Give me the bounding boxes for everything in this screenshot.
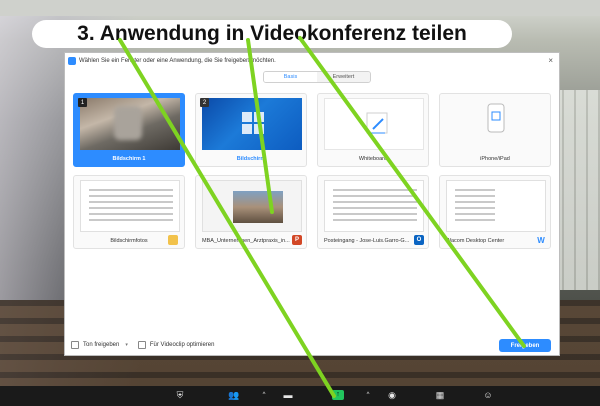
screen-1-thumbnail (80, 98, 180, 150)
powerpoint-icon: P (292, 235, 302, 245)
zoom-logo-icon (68, 57, 76, 65)
tile-label: Bildschirmfotos (110, 238, 148, 244)
share-tile-wacom[interactable]: Wacom Desktop Center W (439, 175, 551, 249)
outlook-icon: O (414, 235, 424, 245)
share-sound-label: Ton freigeben (83, 342, 120, 348)
windows-logo-icon (242, 112, 264, 134)
reactions-icon[interactable]: ☺ (482, 390, 494, 400)
pen-icon (366, 112, 388, 134)
screen-number-badge: 2 (200, 98, 209, 107)
wacom-icon: W (537, 235, 545, 245)
share-tabs: Basis Erweitert (263, 71, 371, 83)
close-icon[interactable]: × (548, 56, 553, 65)
dialog-footer: Ton freigeben ▾ Für Videoclip optimieren… (65, 335, 559, 355)
share-tile-screen-1[interactable]: 1 Bildschirm 1 (73, 93, 185, 167)
share-button[interactable]: Freigeben (499, 339, 551, 352)
record-icon[interactable]: ◉ (386, 390, 398, 400)
tile-label: Wacom Desktop Center (446, 238, 505, 244)
share-screen-dialog: Wählen Sie ein Fenster oder eine Anwendu… (64, 52, 560, 356)
share-tile-screen-2[interactable]: 2 Bildschirm (195, 93, 307, 167)
tab-basis[interactable]: Basis (264, 72, 317, 82)
chevron-down-icon[interactable]: ▾ (125, 342, 128, 348)
document-lines (455, 189, 495, 225)
tile-label: Bildschirm (236, 156, 266, 162)
chat-icon[interactable]: ▬ (282, 390, 294, 400)
tile-label: Whiteboard (358, 156, 388, 162)
apps-icon[interactable]: ▦ (434, 390, 446, 400)
participants-icon[interactable]: 👥 (228, 390, 240, 400)
blurred-person (114, 106, 142, 140)
tile-label: Bildschirm 1 (112, 156, 146, 162)
security-icon[interactable]: ⛨ (174, 390, 186, 400)
screen-number-badge: 1 (78, 98, 87, 107)
meeting-toolbar: ⛨ 👥 ^ ▬ ↑ ^ ◉ ▦ ☺ (0, 386, 600, 406)
share-tile-powerpoint[interactable]: MBA_Unternehmen_Arztpraxis_in... P (195, 175, 307, 249)
dialog-header: Wählen Sie ein Fenster oder eine Anwendu… (65, 53, 559, 69)
whiteboard-thumbnail (324, 98, 424, 150)
optimize-video-label: Für Videoclip optimieren (149, 342, 215, 348)
optimize-video-checkbox[interactable] (137, 341, 146, 349)
phone-icon (487, 103, 505, 133)
tile-label: MBA_Unternehmen_Arztpraxis_in... (202, 238, 290, 244)
slide-title: 3. Anwendung in Videokonferenz teilen (32, 20, 512, 48)
chevron-up-icon[interactable]: ^ (362, 390, 374, 400)
document-lines (333, 189, 417, 225)
share-tile-whiteboard[interactable]: Whiteboard (317, 93, 429, 167)
dialog-title: Wählen Sie ein Fenster oder eine Anwendu… (79, 58, 276, 64)
share-tile-bildschirmfotos[interactable]: Bildschirmfotos (73, 175, 185, 249)
wacom-thumbnail (446, 180, 546, 232)
folder-icon (168, 235, 178, 245)
share-tile-outlook[interactable]: Posteingang - Jose-Luis.Garro-G... O (317, 175, 429, 249)
iphone-thumbnail (446, 98, 546, 150)
share-screen-icon[interactable]: ↑ (332, 390, 344, 400)
share-tile-iphone-ipad[interactable]: iPhone/iPad (439, 93, 551, 167)
screen-2-thumbnail (202, 98, 302, 150)
slide-preview (233, 191, 283, 223)
tile-label: iPhone/iPad (480, 156, 510, 162)
share-sound-checkbox[interactable] (71, 341, 79, 349)
powerpoint-thumbnail (202, 180, 302, 232)
tile-label: Posteingang - Jose-Luis.Garro-G... (324, 238, 410, 244)
document-lines (89, 189, 173, 225)
chevron-up-icon[interactable]: ^ (258, 390, 270, 400)
tab-erweitert[interactable]: Erweitert (317, 72, 370, 82)
outlook-thumbnail (324, 180, 424, 232)
top-strip (0, 0, 600, 16)
explorer-thumbnail (80, 180, 180, 232)
